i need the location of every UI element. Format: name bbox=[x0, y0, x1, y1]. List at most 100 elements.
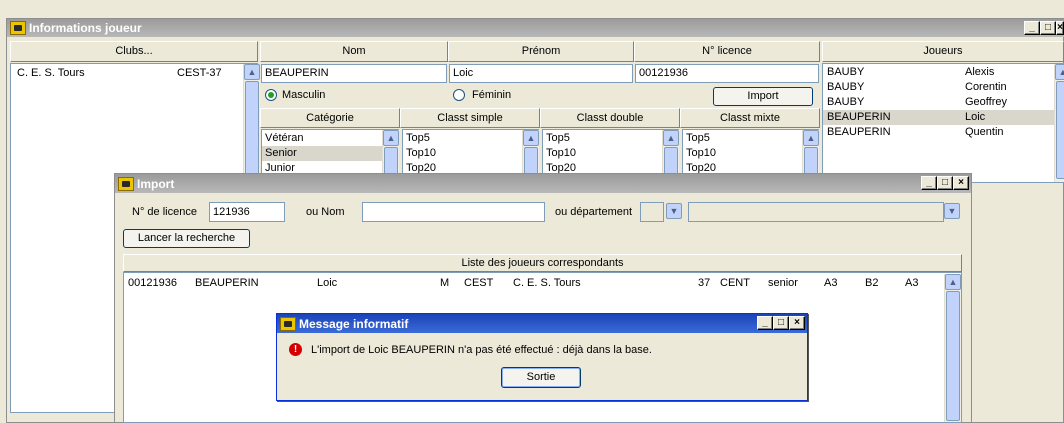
maximize-button[interactable]: □ bbox=[1040, 21, 1056, 35]
result-dept: 37 bbox=[698, 277, 711, 289]
joueurs-header: Joueurs bbox=[822, 41, 1064, 62]
table-row[interactable]: 00121936 BEAUPERIN Loic M CEST C. E. S. … bbox=[124, 276, 961, 291]
dept-label: ou département bbox=[555, 206, 633, 218]
nom-search-label: ou Nom bbox=[306, 206, 345, 218]
result-sexe: M bbox=[440, 277, 450, 289]
minimize-button[interactable]: _ bbox=[757, 316, 773, 330]
licence-field[interactable]: 00121936 bbox=[635, 64, 819, 83]
joueur-nom: BAUBY bbox=[827, 66, 865, 78]
feminin-label: Féminin bbox=[472, 89, 512, 101]
joueur-nom: BEAUPERIN bbox=[827, 111, 891, 123]
result-mixte: A3 bbox=[905, 277, 919, 289]
table-row[interactable]: BAUBY Corentin bbox=[823, 80, 1063, 95]
result-double: B2 bbox=[865, 277, 879, 289]
close-button[interactable]: × bbox=[789, 316, 805, 330]
club-code: CEST-37 bbox=[177, 67, 222, 79]
search-button[interactable]: Lancer la recherche bbox=[123, 229, 250, 248]
prenom-field[interactable]: Loic bbox=[449, 64, 633, 83]
joueur-nom: BAUBY bbox=[827, 81, 865, 93]
feminin-radio[interactable] bbox=[453, 89, 465, 101]
club-row[interactable]: C. E. S. Tours CEST-37 bbox=[11, 66, 257, 81]
list-item[interactable]: Top5 bbox=[543, 131, 678, 146]
message-titlebar[interactable]: Message informatif _ □ × bbox=[277, 314, 807, 333]
results-scrollbar[interactable]: ▲ bbox=[944, 274, 961, 422]
joueur-nom: BEAUPERIN bbox=[827, 126, 891, 138]
joueur-prenom: Quentin bbox=[965, 126, 1004, 138]
result-club: C. E. S. Tours bbox=[513, 277, 581, 289]
sortie-button[interactable]: Sortie bbox=[501, 367, 581, 388]
message-title: Message informatif bbox=[299, 316, 409, 331]
dept-select[interactable] bbox=[640, 202, 664, 222]
mixte-header: Classt mixte bbox=[680, 108, 820, 128]
club-name: C. E. S. Tours bbox=[17, 67, 85, 79]
table-row[interactable]: BAUBY Alexis bbox=[823, 65, 1063, 80]
result-simple: A3 bbox=[824, 277, 838, 289]
licence-search-input[interactable]: 121936 bbox=[209, 202, 285, 222]
double-header: Classt double bbox=[540, 108, 680, 128]
categorie-list[interactable]: Vétéran Senior Junior bbox=[261, 129, 399, 179]
joueurs-scrollbar[interactable]: ▲ bbox=[1054, 64, 1064, 182]
result-ligue: CENT bbox=[720, 277, 750, 289]
scroll-up-icon[interactable]: ▲ bbox=[383, 130, 399, 146]
nom-field[interactable]: BEAUPERIN bbox=[261, 64, 447, 83]
double-scrollbar[interactable]: ▲ bbox=[662, 130, 679, 178]
app-icon bbox=[118, 176, 134, 191]
nom-header: Nom bbox=[260, 41, 448, 62]
result-categorie: senior bbox=[768, 277, 798, 289]
main-titlebar[interactable]: Informations joueur _ □ × bbox=[7, 19, 1064, 37]
scroll-thumb[interactable] bbox=[946, 291, 960, 421]
scroll-thumb[interactable] bbox=[245, 81, 259, 181]
result-prenom: Loic bbox=[317, 277, 338, 289]
mixte-list[interactable]: Top5 Top10 Top20 bbox=[682, 129, 819, 179]
table-row[interactable]: BEAUPERIN Quentin bbox=[823, 125, 1063, 140]
maximize-button[interactable]: □ bbox=[937, 176, 953, 190]
table-row[interactable]: BAUBY Geoffrey bbox=[823, 95, 1063, 110]
scroll-up-icon[interactable]: ▲ bbox=[803, 130, 819, 146]
list-item[interactable]: Top5 bbox=[403, 131, 538, 146]
chevron-down-icon[interactable]: ▼ bbox=[944, 203, 960, 219]
clubs-header-button[interactable]: Clubs... bbox=[10, 41, 258, 62]
maximize-button[interactable]: □ bbox=[773, 316, 789, 330]
masculin-radio[interactable] bbox=[265, 89, 277, 101]
joueur-nom: BAUBY bbox=[827, 96, 865, 108]
list-item[interactable]: Senior bbox=[262, 146, 398, 161]
mixte-scrollbar[interactable]: ▲ bbox=[802, 130, 819, 178]
import-title: Import bbox=[137, 176, 175, 191]
scroll-up-icon[interactable]: ▲ bbox=[1055, 64, 1064, 80]
scroll-up-icon[interactable]: ▲ bbox=[523, 130, 539, 146]
list-item[interactable]: Top10 bbox=[543, 146, 678, 161]
list-item[interactable]: Top10 bbox=[403, 146, 538, 161]
nom-search-input[interactable] bbox=[362, 202, 545, 222]
close-button[interactable]: × bbox=[1056, 21, 1064, 35]
masculin-label: Masculin bbox=[282, 89, 326, 101]
minimize-button[interactable]: _ bbox=[1024, 21, 1040, 35]
chevron-down-icon[interactable]: ▼ bbox=[666, 203, 682, 219]
error-icon: ! bbox=[289, 343, 302, 356]
table-row[interactable]: BEAUPERIN Loic bbox=[823, 110, 1063, 125]
scroll-up-icon[interactable]: ▲ bbox=[244, 64, 260, 80]
minimize-button[interactable]: _ bbox=[921, 176, 937, 190]
licence-label: N° de licence bbox=[132, 206, 197, 218]
dept-name-select[interactable] bbox=[688, 202, 944, 222]
import-titlebar[interactable]: Import _ □ × bbox=[115, 174, 971, 193]
import-button[interactable]: Import bbox=[713, 87, 813, 106]
categorie-header: Catégorie bbox=[260, 108, 400, 128]
joueur-prenom: Corentin bbox=[965, 81, 1007, 93]
joueurs-list[interactable]: BAUBY Alexis BAUBY Corentin BAUBY Geoffr… bbox=[822, 63, 1064, 183]
list-item[interactable]: Top10 bbox=[683, 146, 818, 161]
simple-scrollbar[interactable]: ▲ bbox=[522, 130, 539, 178]
scroll-thumb[interactable] bbox=[1056, 81, 1064, 179]
close-button[interactable]: × bbox=[953, 176, 969, 190]
simple-list[interactable]: Top5 Top10 Top20 bbox=[402, 129, 539, 179]
double-list[interactable]: Top5 Top10 Top20 bbox=[542, 129, 679, 179]
app-icon bbox=[10, 21, 26, 35]
main-title: Informations joueur bbox=[29, 21, 142, 35]
scroll-up-icon[interactable]: ▲ bbox=[945, 274, 961, 290]
clubs-scrollbar[interactable]: ▲ bbox=[243, 64, 260, 184]
categorie-scrollbar[interactable]: ▲ bbox=[382, 130, 399, 178]
joueur-prenom: Alexis bbox=[965, 66, 995, 78]
scroll-up-icon[interactable]: ▲ bbox=[663, 130, 679, 146]
results-header: Liste des joueurs correspondants bbox=[123, 254, 962, 272]
list-item[interactable]: Vétéran bbox=[262, 131, 398, 146]
list-item[interactable]: Top5 bbox=[683, 131, 818, 146]
